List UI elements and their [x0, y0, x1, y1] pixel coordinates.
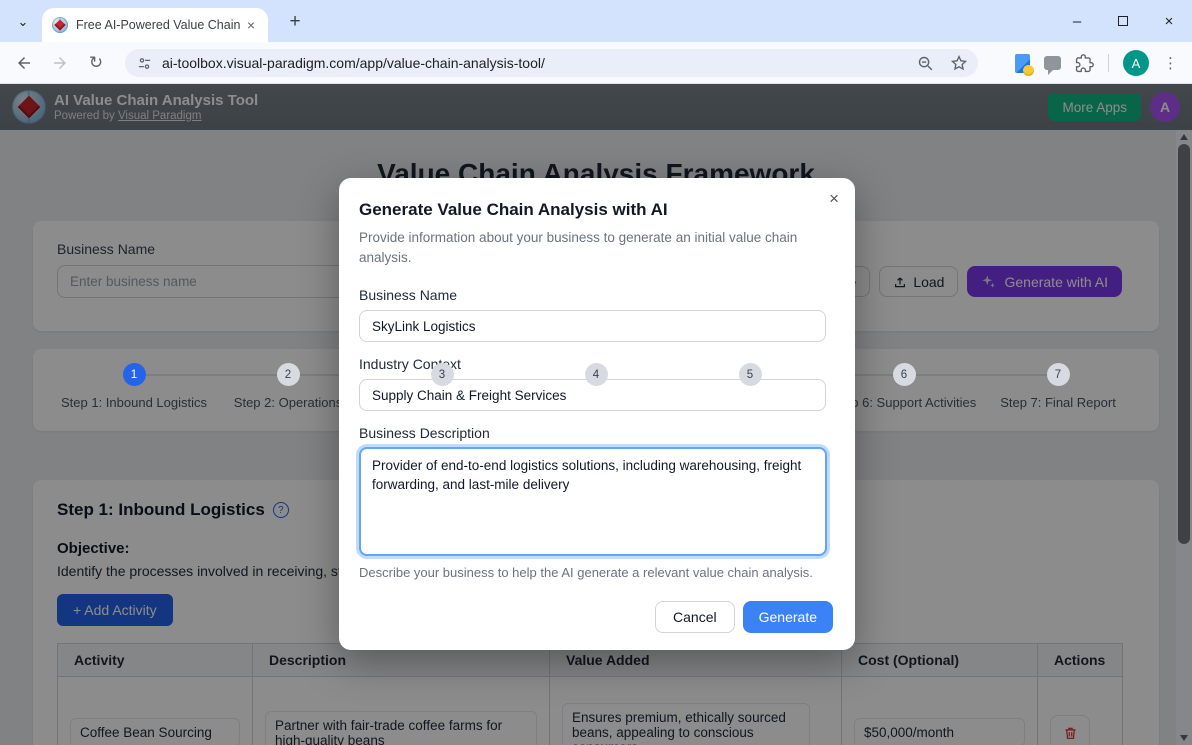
toolbar-divider — [1108, 54, 1109, 72]
back-icon[interactable] — [10, 49, 38, 77]
tab-close-icon[interactable]: × — [242, 16, 260, 34]
tab-title: Free AI-Powered Value Chain An — [76, 18, 242, 32]
doc-extension-icon[interactable] — [1015, 54, 1030, 73]
url-bar[interactable]: ai-toolbox.visual-paradigm.com/app/value… — [125, 49, 978, 77]
modal-helper-text: Describe your business to help the AI ge… — [359, 565, 835, 580]
modal-subtitle: Provide information about your business … — [359, 228, 804, 267]
bookmark-star-icon[interactable] — [950, 54, 968, 72]
minimize-button[interactable]: – — [1054, 0, 1100, 42]
feedback-extension-icon[interactable] — [1044, 56, 1061, 70]
maximize-button[interactable] — [1100, 0, 1146, 42]
step-1-dot[interactable]: 1 — [123, 363, 146, 386]
tab-search-chevron-icon[interactable]: ⌄ — [10, 10, 36, 34]
modal-description-label: Business Description — [359, 425, 835, 441]
modal-close-icon[interactable]: × — [829, 190, 839, 207]
modal-business-name-label: Business Name — [359, 287, 835, 303]
maximize-icon — [1118, 16, 1128, 26]
close-window-button[interactable]: × — [1146, 0, 1192, 42]
browser-window: ⌄ Free AI-Powered Value Chain An × + – ×… — [0, 0, 1192, 745]
step-6-dot[interactable]: 6 — [893, 363, 916, 386]
browser-tab[interactable]: Free AI-Powered Value Chain An × — [42, 8, 268, 42]
url-text[interactable]: ai-toolbox.visual-paradigm.com/app/value… — [162, 55, 917, 71]
browser-menu-icon[interactable]: ⋮ — [1163, 54, 1178, 72]
modal-title: Generate Value Chain Analysis with AI — [359, 200, 835, 220]
step-2-dot[interactable]: 2 — [277, 363, 300, 386]
browser-toolbar: ↻ ai-toolbox.visual-paradigm.com/app/val… — [0, 42, 1192, 84]
step-7-dot[interactable]: 7 — [1047, 363, 1070, 386]
scrollbar-up-icon[interactable] — [1180, 134, 1188, 140]
reload-icon[interactable]: ↻ — [82, 49, 110, 77]
step-3-dot[interactable]: 3 — [431, 363, 454, 386]
generate-button[interactable]: Generate — [743, 601, 833, 633]
modal-business-name-input[interactable] — [359, 310, 826, 342]
browser-tab-bar: ⌄ Free AI-Powered Value Chain An × + – × — [0, 0, 1192, 42]
scrollbar-down-icon[interactable] — [1180, 735, 1188, 741]
generate-analysis-modal: × Generate Value Chain Analysis with AI … — [339, 178, 855, 650]
new-tab-button[interactable]: + — [283, 10, 307, 34]
browser-profile-avatar[interactable]: A — [1123, 50, 1149, 76]
scrollbar-thumb[interactable] — [1178, 144, 1190, 544]
extensions-area: A ⋮ — [1015, 42, 1192, 84]
zoom-out-icon[interactable] — [917, 55, 934, 72]
extensions-puzzle-icon[interactable] — [1075, 54, 1094, 73]
modal-description-textarea[interactable]: Provider of end-to-end logistics solutio… — [359, 447, 827, 556]
window-controls: – × — [1054, 0, 1192, 42]
tab-favicon-icon — [52, 17, 68, 33]
step-4-dot[interactable]: 4 — [585, 363, 608, 386]
page-scrollbar[interactable] — [1176, 130, 1192, 745]
step-5-dot[interactable]: 5 — [739, 363, 762, 386]
cancel-button[interactable]: Cancel — [655, 601, 735, 633]
forward-icon[interactable] — [46, 49, 74, 77]
site-info-icon[interactable] — [137, 56, 152, 71]
